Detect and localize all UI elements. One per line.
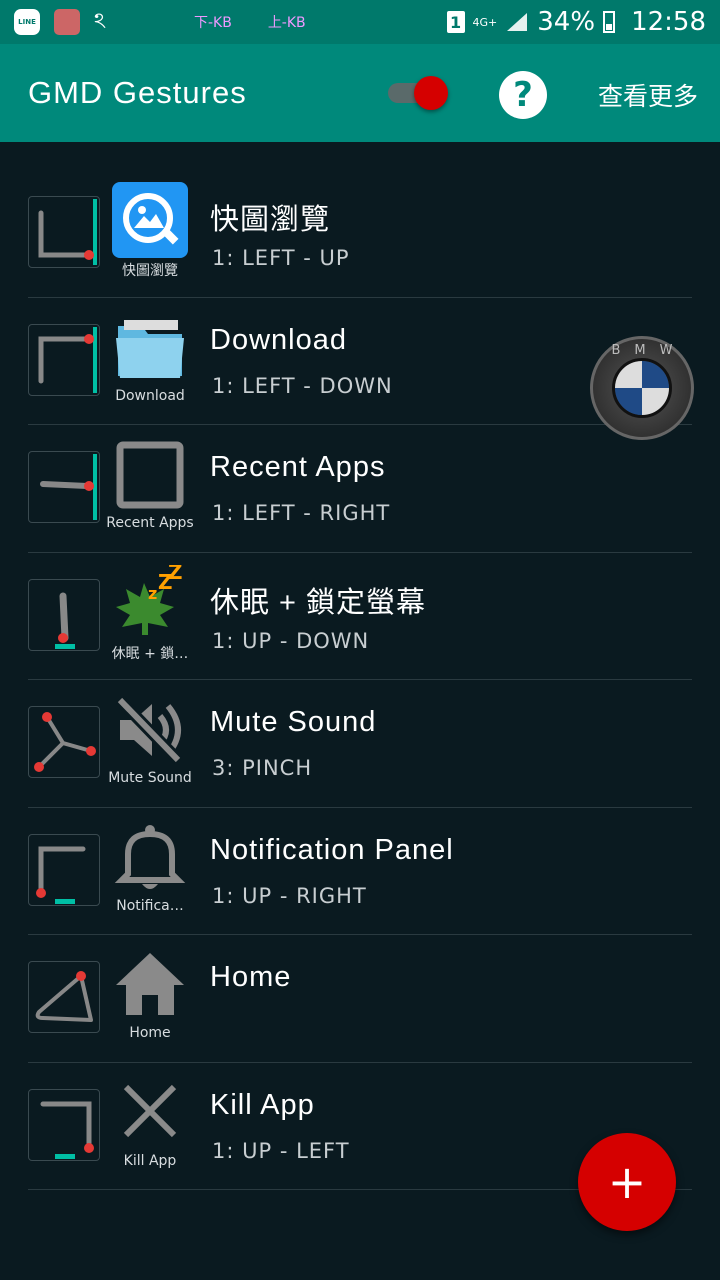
help-button[interactable]: ? [499,71,547,119]
signal-icon [507,13,528,31]
bell-icon [112,820,188,896]
gesture-pattern-left-down [28,323,100,396]
enable-toggle[interactable] [388,76,448,110]
battery-percent: 34% [537,7,596,37]
gesture-pattern-up-left [28,1088,100,1161]
svg-text:Z: Z [168,565,183,584]
bmw-letters: BMW [611,343,687,358]
gesture-row[interactable]: Home Home [28,935,692,1063]
gesture-description: 3: PINCH [212,756,313,780]
gesture-description: 1: LEFT - RIGHT [212,501,391,525]
gesture-row[interactable]: Mute Sound Mute Sound 3: PINCH [28,680,692,808]
line-app-icon: LINE [14,9,40,35]
add-gesture-button[interactable]: + [578,1133,676,1231]
recent-apps-icon [112,437,188,513]
home-icon [112,947,188,1023]
icon-label: 快圖瀏覽 [122,263,178,279]
more-button[interactable]: 查看更多 [598,77,698,113]
gesture-list: 快圖瀏覽 快圖瀏覽 1: LEFT - UP Download Download… [28,170,692,1190]
floating-bmw-bubble[interactable]: BMW [590,336,694,440]
icon-label: Mute Sound [108,770,192,786]
toggle-knob [414,76,448,110]
close-icon [112,1075,188,1151]
app-notification-icon [54,9,80,35]
action-name: Mute Sound [210,706,377,738]
gesture-description: 1: UP - DOWN [212,628,370,653]
gesture-pattern-pinch [28,706,100,778]
gesture-description: 1: UP - RIGHT [212,883,367,908]
icon-label: Home [129,1025,171,1041]
action-name: 休眠 + 鎖定螢幕 [210,586,427,619]
gesture-row[interactable]: 快圖瀏覽 快圖瀏覽 1: LEFT - UP [28,170,692,298]
action-name: 快圖瀏覽 [210,204,331,236]
folder-icon [112,310,188,386]
gesture-description: 1: UP - LEFT [212,1138,350,1163]
action-name: Kill App [210,1088,315,1121]
sim-icon: 1 [446,11,465,33]
clock: 12:58 [631,7,706,37]
gesture-row[interactable]: zZZ 休眠 + 鎖… 休眠 + 鎖定螢幕 1: UP - DOWN [28,553,692,680]
battery-icon [603,11,616,33]
app-bar: GMD Gestures ? 查看更多 [0,44,720,142]
net-down-speed: 下-KB [193,15,232,31]
network-type: 4G+ [472,15,498,29]
action-name: Recent Apps [210,451,386,483]
gesture-pattern-up-right [28,833,100,906]
gesture-pattern-up-down [28,578,100,651]
gesture-row[interactable]: Recent Apps Recent Apps 1: LEFT - RIGHT [28,425,692,553]
gesture-description: 1: LEFT - UP [212,246,350,270]
app-title: GMD Gestures [28,75,247,110]
action-name: Home [210,961,292,993]
icon-label: Kill App [123,1152,177,1169]
gesture-description: 1: LEFT - DOWN [212,373,393,398]
action-name: Notification Panel [210,833,454,866]
net-up-speed: 上-KB [267,15,306,31]
icon-label: Notifica… [116,897,184,914]
icon-label: 休眠 + 鎖… [111,645,189,662]
gallery-icon [112,182,188,258]
svg-text:z: z [148,584,157,603]
gesture-pattern-left-up [28,196,100,268]
sleep-icon: zZZ [112,565,188,641]
icon-label: Download [115,387,185,404]
action-name: Download [210,323,347,356]
gesture-app-icon: ঽ [94,8,106,34]
mute-icon [112,692,188,768]
bmw-logo-icon [612,358,672,418]
gesture-pattern-triangle [28,961,100,1033]
status-bar: LINE ঽ 下-KB 上-KB 1 4G+ 34% 12:58 [0,0,720,44]
gesture-row[interactable]: Notifica… Notification Panel 1: UP - RIG… [28,808,692,935]
gesture-pattern-left-right [28,451,100,523]
icon-label: Recent Apps [106,515,194,531]
